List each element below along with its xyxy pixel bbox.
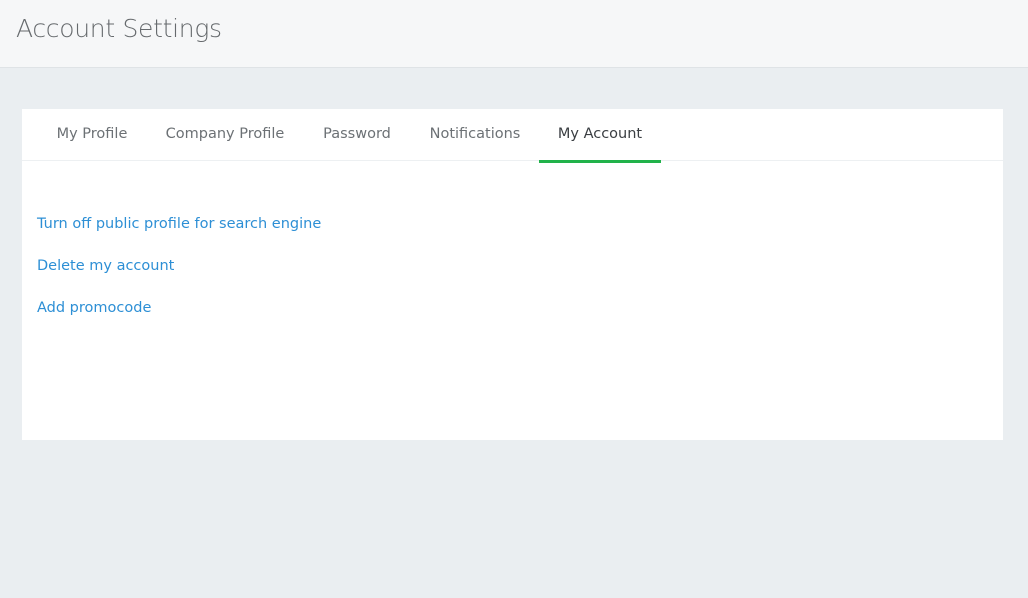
tab-my-profile[interactable]: My Profile xyxy=(37,109,147,161)
tab-my-account[interactable]: My Account xyxy=(539,109,661,163)
tab-company-profile[interactable]: Company Profile xyxy=(147,109,303,161)
delete-account-link[interactable]: Delete my account xyxy=(37,258,174,274)
tab-notifications[interactable]: Notifications xyxy=(411,109,539,161)
tab-password[interactable]: Password xyxy=(303,109,411,161)
page-header: Account Settings xyxy=(0,0,1028,68)
settings-card: My Profile Company Profile Password Noti… xyxy=(22,109,1003,440)
turn-off-public-profile-link[interactable]: Turn off public profile for search engin… xyxy=(37,216,321,232)
add-promocode-link[interactable]: Add promocode xyxy=(37,300,151,316)
page-title: Account Settings xyxy=(16,14,222,43)
settings-tab-bar: My Profile Company Profile Password Noti… xyxy=(22,109,1003,163)
